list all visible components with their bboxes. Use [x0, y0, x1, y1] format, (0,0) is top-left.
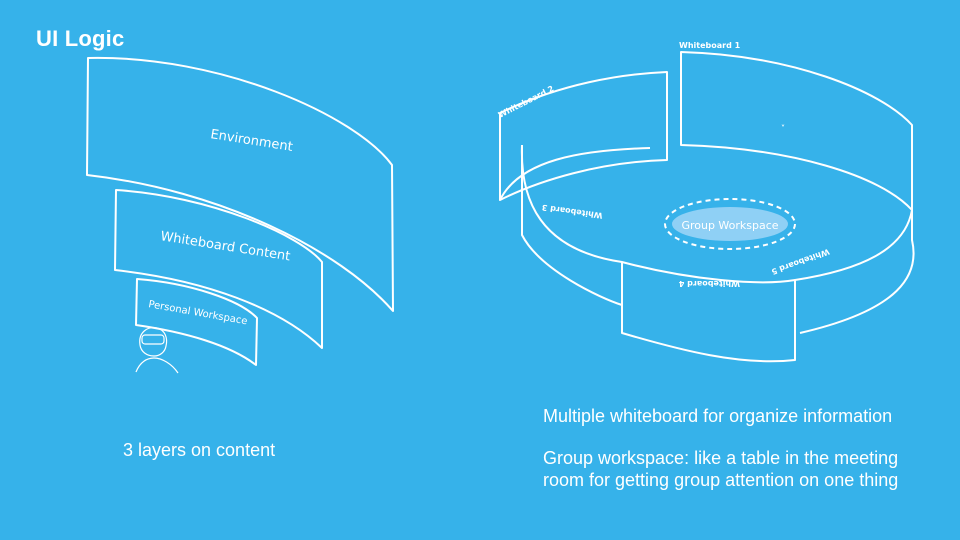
- whiteboard-5-label: Whiteboard 5: [770, 247, 831, 277]
- whiteboard-content-layer: Whiteboard Content: [114, 189, 323, 349]
- right-caption-line1: Multiple whiteboard for organize informa…: [543, 406, 893, 426]
- ring-left: [520, 144, 623, 263]
- whiteboard-4-label: Whiteboard 4: [678, 279, 740, 288]
- whiteboard-3-label: Whiteboard 3: [541, 203, 603, 220]
- whiteboard-2-label: Whiteboard 2: [497, 84, 556, 120]
- group-workspace-label: Group Workspace: [681, 219, 778, 232]
- whiteboard-arrangement: Whiteboard 1 ˅ Whiteboard 2 Whiteboard 3…: [497, 41, 915, 363]
- whiteboard-content-panel: [114, 189, 323, 349]
- whiteboard-1-mark: ˅: [781, 124, 785, 133]
- whiteboard-3-panel: [521, 145, 623, 306]
- left-caption: 3 layers on content: [123, 440, 276, 460]
- personal-workspace-label: Personal Workspace: [147, 299, 248, 327]
- whiteboard-1-panel: [680, 51, 913, 211]
- whiteboard-content-label: Whiteboard Content: [159, 229, 291, 264]
- personal-workspace-layer: Personal Workspace: [135, 278, 258, 366]
- ring-right: [794, 209, 913, 281]
- whiteboard-4-panel: [621, 261, 796, 363]
- right-caption-line2: Group workspace: like a table in the mee…: [543, 448, 899, 490]
- right-caption: Multiple whiteboard for organize informa…: [543, 405, 923, 491]
- vr-user-icon: [135, 327, 179, 374]
- whiteboard-1-label: Whiteboard 1: [679, 41, 741, 50]
- environment-label: Environment: [209, 127, 293, 155]
